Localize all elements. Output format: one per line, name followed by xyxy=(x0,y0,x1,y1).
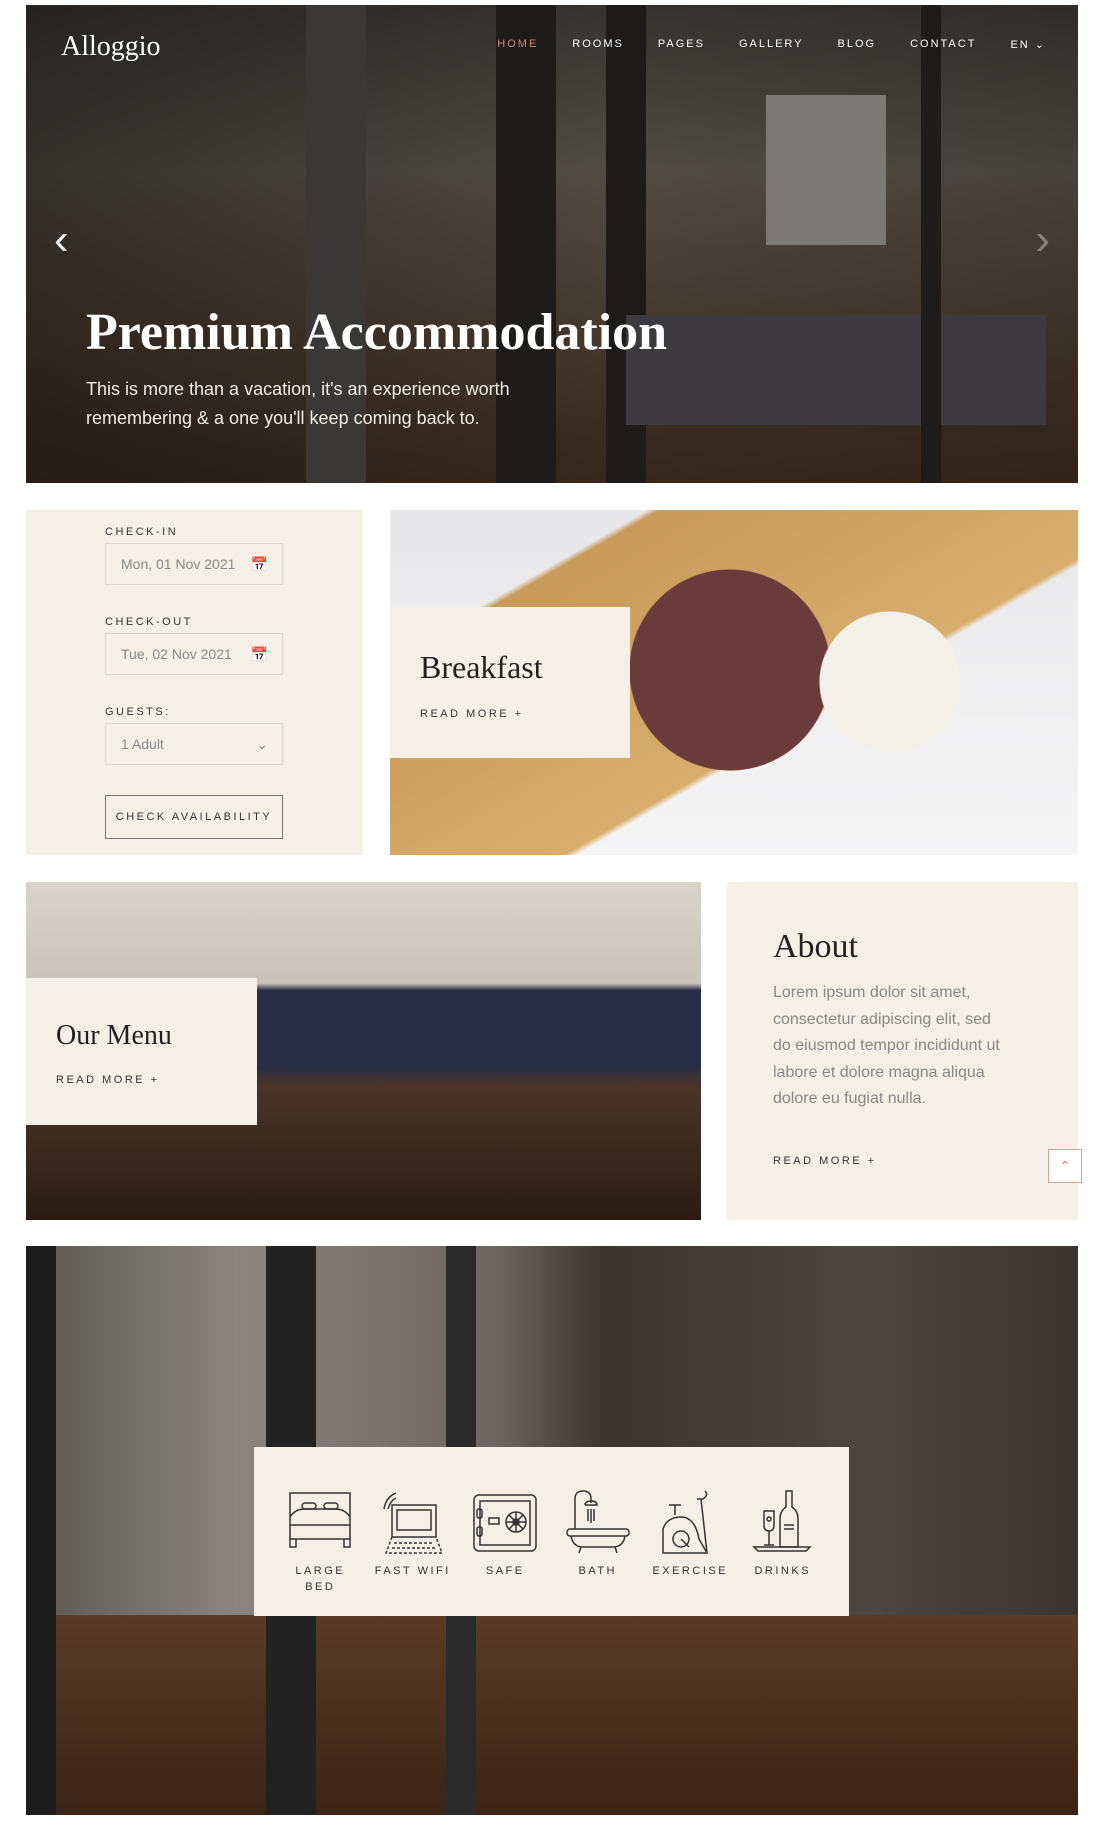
checkin-label: CHECK-IN xyxy=(105,526,179,538)
nav-blog[interactable]: BLOG xyxy=(838,38,877,51)
amenity-label: DRINKS xyxy=(754,1565,812,1577)
breakfast-title: Breakfast xyxy=(420,649,543,685)
amenity-label: EXERCISE xyxy=(652,1565,729,1577)
amenity-safe: SAFE xyxy=(465,1489,545,1579)
booking-form: CHECK-IN Mon, 01 Nov 2021 📅 CHECK-OUT Tue… xyxy=(26,510,363,855)
menu-caption: Our Menu READ MORE + xyxy=(26,978,257,1125)
language-switcher[interactable]: EN ⌄ xyxy=(1010,38,1046,51)
checkin-value: Mon, 01 Nov 2021 xyxy=(121,556,236,572)
about-card: About Lorem ipsum dolor sit amet, consec… xyxy=(727,882,1078,1220)
checkout-value: Tue, 02 Nov 2021 xyxy=(121,646,232,662)
menu-read-more[interactable]: READ MORE + xyxy=(56,1074,227,1086)
checkin-input[interactable]: Mon, 01 Nov 2021 📅 xyxy=(105,543,283,585)
check-availability-button[interactable]: CHECK AVAILABILITY xyxy=(105,795,283,839)
amenity-exercise: EXERCISE xyxy=(650,1489,730,1579)
menu-title: Our Menu xyxy=(56,1020,172,1051)
nav-rooms[interactable]: ROOMS xyxy=(572,38,624,51)
amenity-label: SAFE xyxy=(485,1565,525,1577)
calendar-icon: 📅 xyxy=(250,645,268,662)
nav-gallery[interactable]: GALLERY xyxy=(739,38,804,51)
scroll-to-top-button[interactable]: ⌃ xyxy=(1048,1149,1082,1183)
bed-icon xyxy=(289,1492,351,1548)
guests-label: GUESTS: xyxy=(105,706,171,718)
breakfast-caption: Breakfast READ MORE + xyxy=(390,607,630,758)
nav-home[interactable]: HOME xyxy=(497,38,538,51)
chevron-down-icon: ⌄ xyxy=(256,735,268,752)
drinks-icon xyxy=(751,1490,812,1552)
checkout-label: CHECK-OUT xyxy=(105,616,193,628)
guests-select[interactable]: 1 Adult ⌄ xyxy=(105,723,283,765)
nav-contact[interactable]: CONTACT xyxy=(910,38,976,51)
about-text: Lorem ipsum dolor sit amet, consectetur … xyxy=(773,984,1000,1107)
amenity-large-bed: LARGE BED xyxy=(280,1489,360,1595)
main-nav: HOME ROOMS PAGES GALLERY BLOG CONTACT EN… xyxy=(497,38,1046,51)
about-read-more[interactable]: READ MORE + xyxy=(773,1155,1032,1167)
guests-value: 1 Adult xyxy=(121,736,164,752)
about-title: About xyxy=(773,928,858,965)
prev-slide-arrow-icon[interactable]: ‹ xyxy=(54,215,69,265)
amenities-panel: LARGE BED FAST WIFI SAFE BATH EXERCISE D… xyxy=(254,1447,849,1616)
checkout-input[interactable]: Tue, 02 Nov 2021 📅 xyxy=(105,633,283,675)
logo[interactable]: Alloggio xyxy=(61,31,161,63)
amenity-fast-wifi: FAST WIFI xyxy=(373,1489,453,1579)
hero-title: Premium Accommodation xyxy=(86,304,668,361)
amenity-label: LARGE BED xyxy=(295,1565,346,1593)
hero-subtitle: This is more than a vacation, it's an ex… xyxy=(86,379,510,428)
breakfast-read-more[interactable]: READ MORE + xyxy=(420,708,600,720)
breakfast-card[interactable]: Breakfast READ MORE + xyxy=(390,510,1078,855)
hero-slider: Alloggio HOME ROOMS PAGES GALLERY BLOG C… xyxy=(26,5,1078,483)
language-label: EN xyxy=(1010,39,1030,51)
amenity-bath: BATH xyxy=(558,1489,638,1579)
bathtub-icon xyxy=(566,1490,630,1554)
safe-icon xyxy=(473,1494,537,1552)
calendar-icon: 📅 xyxy=(250,555,268,572)
exercise-bike-icon xyxy=(662,1490,709,1554)
amenity-label: FAST WIFI xyxy=(374,1565,451,1577)
laptop-wifi-icon xyxy=(383,1492,443,1554)
next-slide-arrow-icon[interactable]: › xyxy=(1035,215,1050,265)
chevron-up-icon: ⌃ xyxy=(1059,1157,1071,1174)
amenity-label: BATH xyxy=(578,1565,618,1577)
menu-card[interactable]: Our Menu READ MORE + xyxy=(26,882,701,1220)
amenity-drinks: DRINKS xyxy=(743,1489,823,1579)
nav-pages[interactable]: PAGES xyxy=(658,38,705,51)
chevron-down-icon: ⌄ xyxy=(1034,39,1046,51)
